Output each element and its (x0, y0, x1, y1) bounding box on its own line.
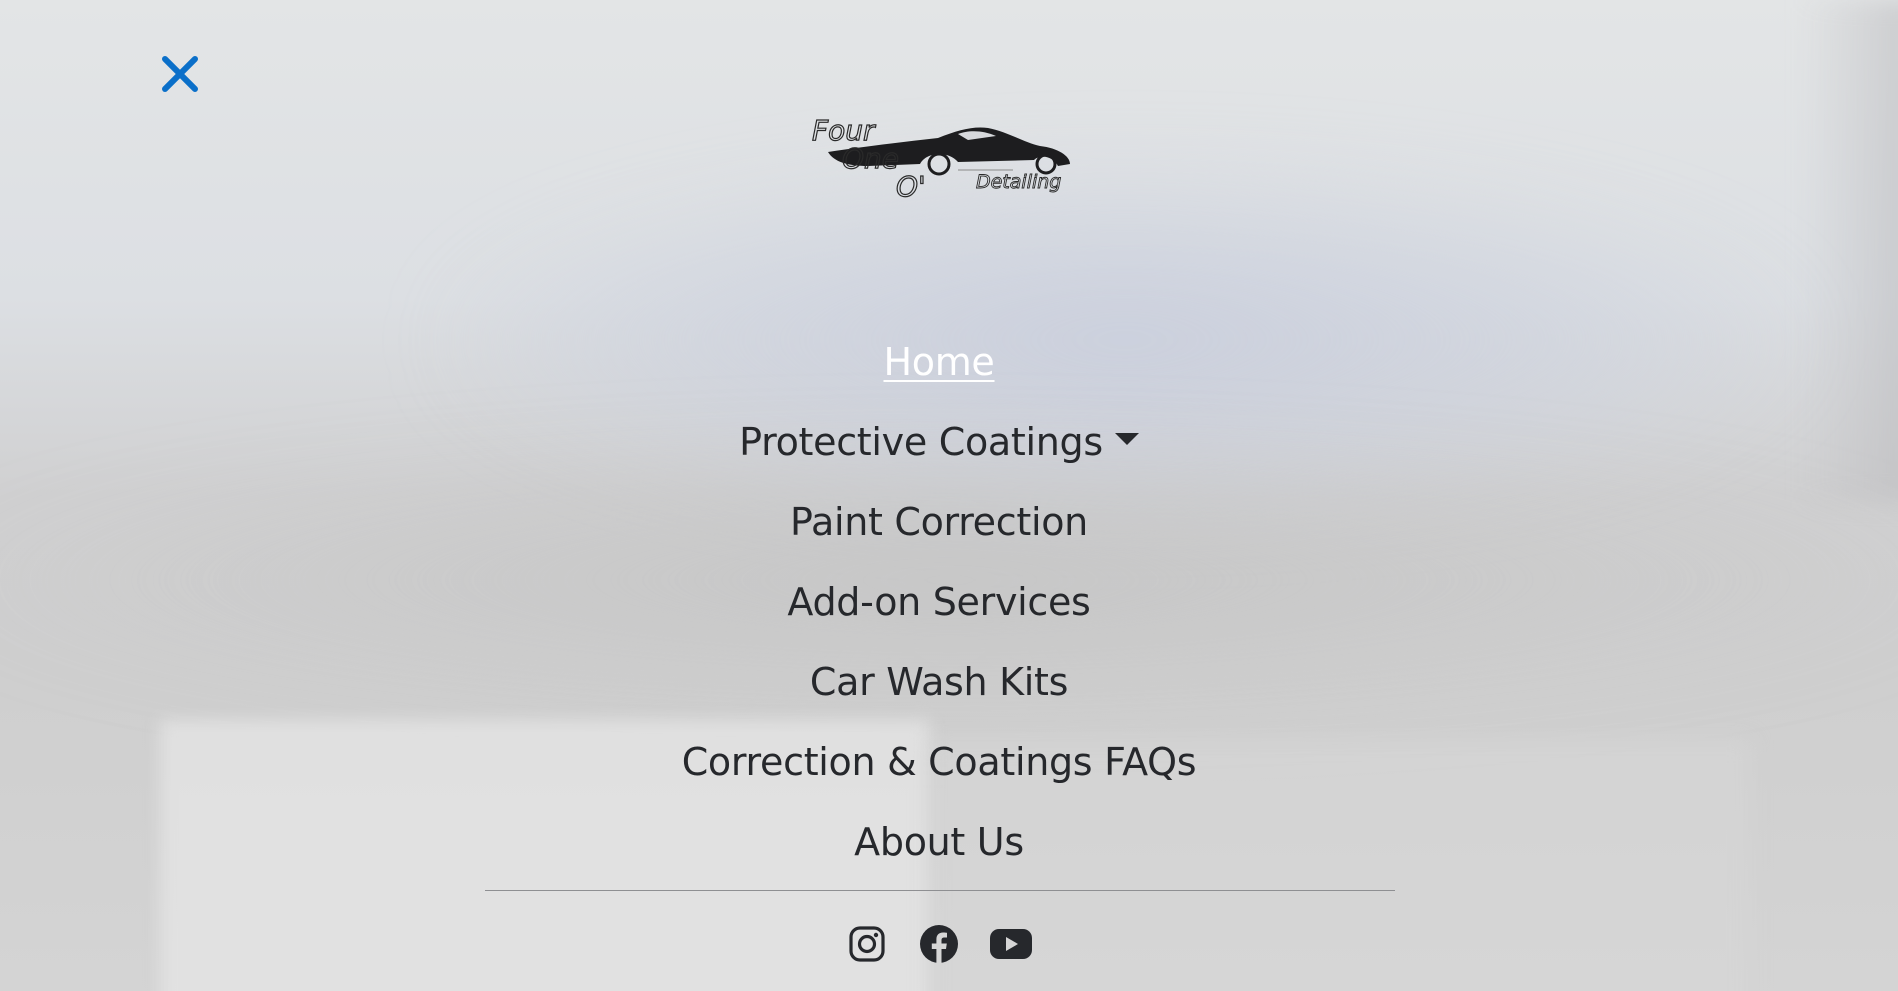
nav-item-add-on-services: Add-on Services (787, 562, 1090, 642)
youtube-link[interactable] (989, 922, 1033, 966)
close-icon (162, 56, 198, 92)
nav-item-paint-correction: Paint Correction (790, 482, 1088, 562)
main-navigation: Home Protective Coatings Paint Correctio… (0, 322, 1878, 882)
nav-link-paint-correction[interactable]: Paint Correction (790, 500, 1088, 544)
nav-link-label: Car Wash Kits (809, 660, 1069, 704)
facebook-icon (920, 925, 958, 963)
nav-link-car-wash-kits[interactable]: Car Wash Kits (810, 660, 1068, 704)
social-links (0, 922, 1878, 966)
nav-link-faqs[interactable]: Correction & Coatings FAQs (682, 740, 1197, 784)
nav-link-label: Protective Coatings (739, 420, 1103, 464)
nav-link-about-us[interactable]: About Us (854, 820, 1024, 864)
logo-mark: Four One O' Detailing (811, 113, 1070, 204)
nav-item-protective-coatings: Protective Coatings (739, 402, 1139, 482)
svg-text:Detailing: Detailing (976, 171, 1061, 193)
nav-item-car-wash-kits: Car Wash Kits (810, 642, 1068, 722)
nav-link-add-on-services[interactable]: Add-on Services (787, 580, 1090, 624)
nav-item-about-us: About Us (854, 802, 1024, 882)
nav-link-label: About Us (854, 820, 1024, 864)
instagram-link[interactable] (845, 922, 889, 966)
site-logo[interactable]: Four One O' Detailing (808, 112, 1076, 208)
close-menu-button[interactable] (158, 52, 202, 96)
menu-divider (485, 890, 1395, 891)
facebook-link[interactable] (917, 922, 961, 966)
nav-link-home[interactable]: Home (883, 340, 994, 384)
nav-link-protective-coatings[interactable]: Protective Coatings (739, 420, 1139, 464)
nav-link-label: Add-on Services (787, 580, 1091, 624)
caret-down-icon (1114, 433, 1139, 445)
svg-text:O': O' (896, 170, 926, 203)
youtube-icon (990, 929, 1032, 959)
nav-link-label: Home (883, 340, 995, 384)
nav-item-faqs: Correction & Coatings FAQs (682, 722, 1197, 802)
nav-link-label: Correction & Coatings FAQs (681, 740, 1197, 784)
nav-item-home: Home (883, 322, 994, 402)
instagram-icon (849, 926, 885, 962)
nav-link-label: Paint Correction (790, 500, 1088, 544)
mobile-menu-overlay: Four One O' Detailing Home Protective Co… (0, 0, 1898, 991)
svg-text:One: One (842, 142, 899, 175)
